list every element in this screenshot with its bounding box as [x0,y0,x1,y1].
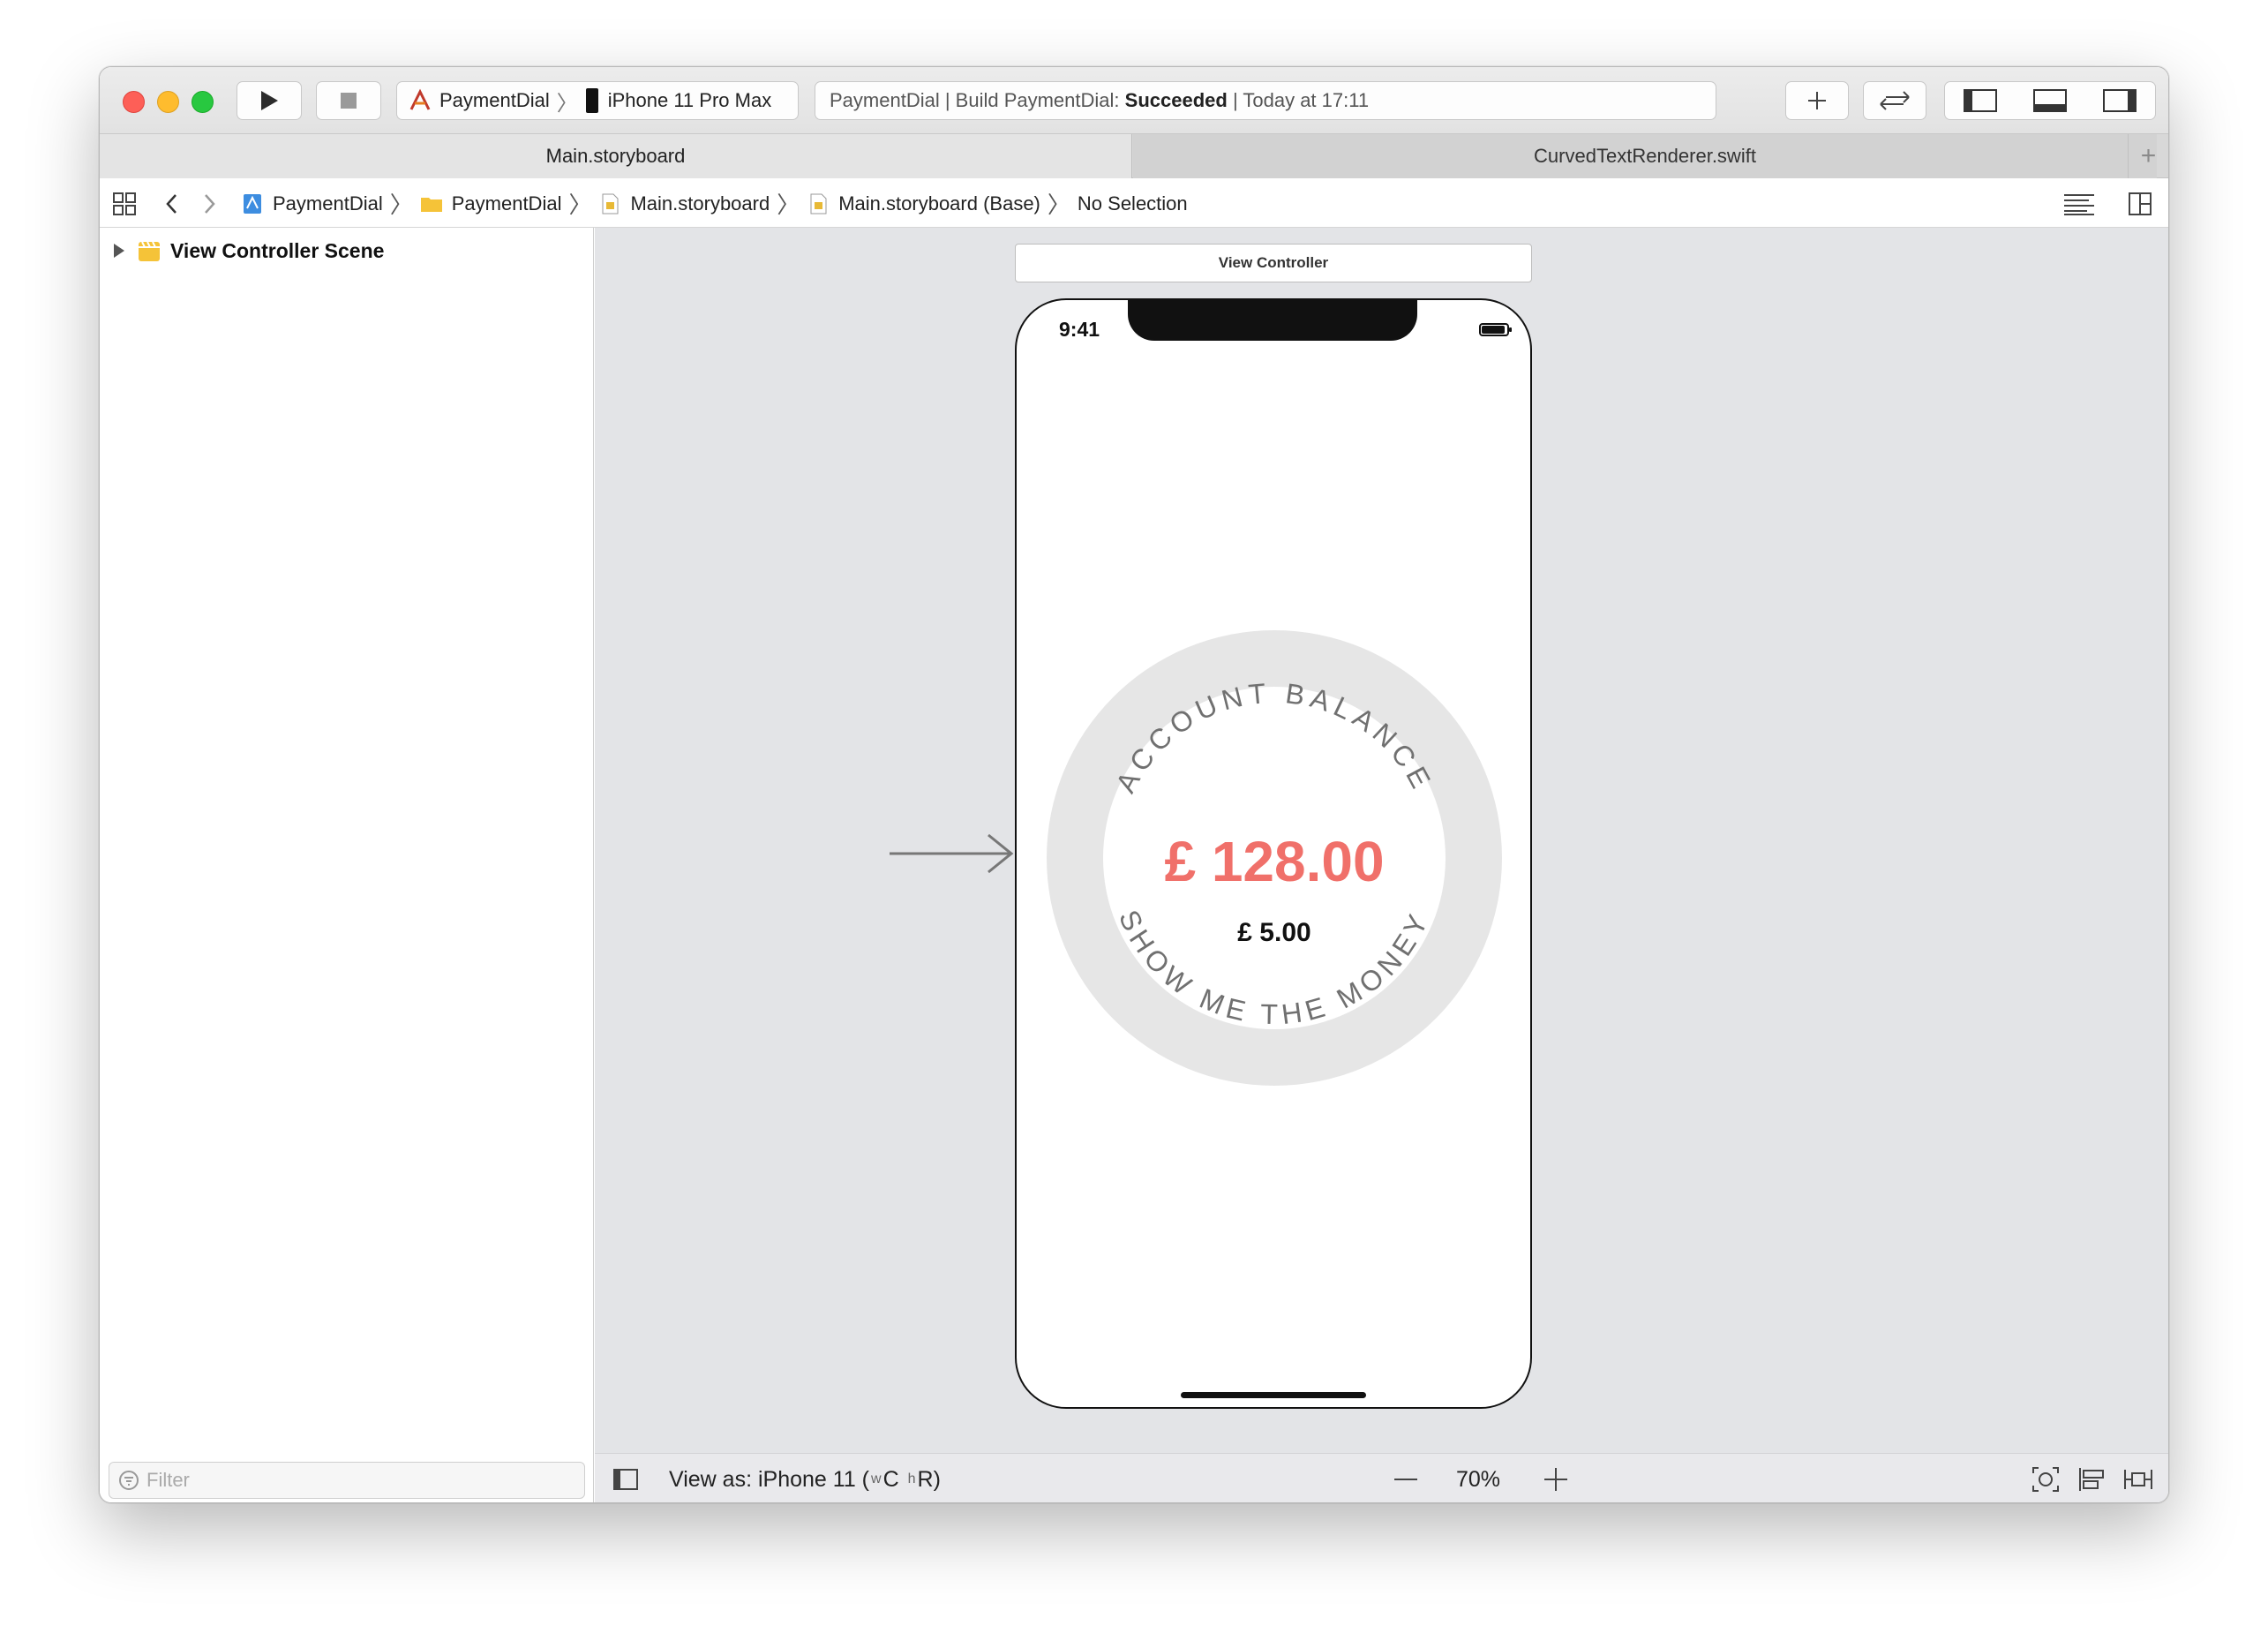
close-window-button[interactable] [123,91,145,113]
size-class-h: h [907,1471,916,1486]
app-icon [409,88,431,110]
filter-field[interactable]: Filter [109,1462,585,1499]
swap-arrows-icon [1880,91,1910,110]
status-prefix: PaymentDial | Build PaymentDial: [830,89,1120,111]
scene-icon [139,241,160,261]
folder-icon [420,197,442,212]
jump-bar: PaymentDial 〉 PaymentDial 〉 Main.storybo… [100,179,2168,228]
minimize-window-button[interactable] [157,91,179,113]
dial-balance-text: £ 128.00 [1164,830,1384,893]
sidebar-toggle-icon [613,1469,638,1490]
xcode-window: PaymentDial 〉 iPhone 11 Pro Max PaymentD… [99,66,2169,1503]
filter-icon [119,1471,139,1490]
dial-amount-text: £ 5.00 [1237,918,1310,947]
view-controller-scene-row[interactable]: View Controller Scene [112,238,384,263]
breadcrumb-storyboard-base-label: Main.storyboard (Base) [838,192,1040,214]
update-frames-icon [2032,1467,2059,1492]
activity-status: PaymentDial | Build PaymentDial: Succeed… [815,81,1716,120]
payment-dial[interactable]: ACCOUNT BALANCE SHOW ME THE MONEY £ 128.… [1047,630,1502,1086]
status-result: Succeeded [1124,89,1228,111]
view-as-label: View as: iPhone 11 ( [669,1466,869,1492]
chevron-right-icon: 〉 [389,192,413,218]
back-arrow-icon[interactable] [163,192,181,216]
code-review-button[interactable] [1863,81,1926,120]
chevron-right-icon: 〉 [1047,192,1070,218]
view-as-device-button[interactable]: View as: iPhone 11 ( w C h R) [669,1454,941,1502]
project-icon [244,193,261,214]
breadcrumb-project-label: PaymentDial [273,192,383,214]
scheme-name: PaymentDial [439,89,550,111]
debug-panel-icon[interactable] [2032,89,2067,112]
breadcrumb-storyboard-label: Main.storyboard [630,192,770,214]
pin-constraints-icon [2124,1470,2152,1489]
add-editor-icon[interactable] [2128,192,2152,216]
plus-icon [1544,1468,1567,1491]
size-class-w: w [871,1471,882,1486]
add-constraints-button[interactable] [2123,1454,2153,1502]
zoom-out-button[interactable] [1393,1454,1419,1502]
zoom-in-button[interactable] [1543,1454,1569,1502]
inspector-panel-icon[interactable] [2103,89,2137,112]
minus-icon [1394,1479,1417,1480]
zoom-level: 70% [1456,1466,1501,1492]
chevron-right-icon: 〉 [568,192,592,218]
breadcrumb-storyboard-base[interactable]: Main.storyboard (Base) 〉 [807,187,1078,220]
add-tab-button[interactable]: + [2128,134,2168,178]
storyboard-canvas[interactable]: View Controller 9:41 ACCOUNT BALANCE SHO… [595,228,2168,1502]
toolbar: PaymentDial 〉 iPhone 11 Pro Max PaymentD… [100,67,2168,134]
canvas-bottom-bar: View as: iPhone 11 ( w C h R) 70% [595,1453,2168,1502]
iphone-icon [585,88,598,113]
disclosure-triangle-icon[interactable] [112,243,126,259]
filter-placeholder: Filter [146,1469,190,1491]
breadcrumb-selection[interactable]: No Selection [1078,192,1188,215]
play-icon [261,91,278,110]
view-controller-label[interactable]: View Controller [1015,244,1532,282]
tab-bar: Main.storyboard CurvedTextRenderer.swift… [100,134,2168,178]
device-name: iPhone 11 Pro Max [607,89,772,111]
size-class-r: R) [917,1466,941,1492]
status-time: | Today at 17:11 [1232,89,1370,111]
related-items-icon[interactable] [112,192,137,216]
navigator-panel-icon[interactable] [1963,89,1997,112]
storyboard-file-icon [810,193,827,214]
library-button[interactable] [1785,81,1849,120]
battery-icon [1479,323,1512,336]
initial-view-controller-arrow[interactable] [890,832,1015,876]
breadcrumb-folder[interactable]: PaymentDial 〉 [420,187,599,220]
document-outline: View Controller Scene Filter [100,228,594,1502]
breadcrumb-storyboard[interactable]: Main.storyboard 〉 [598,187,807,220]
scene-label: View Controller Scene [170,238,385,262]
toggle-outline-button[interactable] [612,1454,639,1502]
status-bar-time: 9:41 [1059,318,1100,341]
chevron-right-icon: 〉 [777,192,800,218]
breadcrumb: PaymentDial 〉 PaymentDial 〉 Main.storybo… [241,179,1188,228]
run-button[interactable] [237,81,302,120]
zoom-window-button[interactable] [192,91,214,113]
scheme-selector[interactable]: PaymentDial 〉 iPhone 11 Pro Max [396,81,799,120]
size-class-c: C [882,1466,899,1492]
update-frames-button[interactable] [2031,1454,2060,1502]
panel-toggles [1944,81,2156,120]
document-outline-icon[interactable] [2062,192,2096,216]
breadcrumb-selection-label: No Selection [1077,192,1188,214]
chevron-right-icon: 〉 [556,91,578,116]
stop-button[interactable] [316,81,381,120]
storyboard-file-icon [602,193,619,214]
home-indicator [1181,1392,1366,1398]
tab-main-storyboard[interactable]: Main.storyboard [100,134,1132,178]
notch [1128,300,1417,341]
breadcrumb-project[interactable]: PaymentDial 〉 [241,187,420,220]
forward-arrow-icon[interactable] [200,192,218,216]
breadcrumb-folder-label: PaymentDial [451,192,562,214]
align-icon [2079,1468,2104,1491]
align-button[interactable] [2077,1454,2106,1502]
iphone-frame[interactable]: 9:41 ACCOUNT BALANCE SHOW ME THE MONEY £… [1015,298,1532,1409]
stop-icon [341,93,357,109]
plus-icon [1808,92,1826,109]
tab-curved-text-renderer[interactable]: CurvedTextRenderer.swift [1133,134,2157,178]
